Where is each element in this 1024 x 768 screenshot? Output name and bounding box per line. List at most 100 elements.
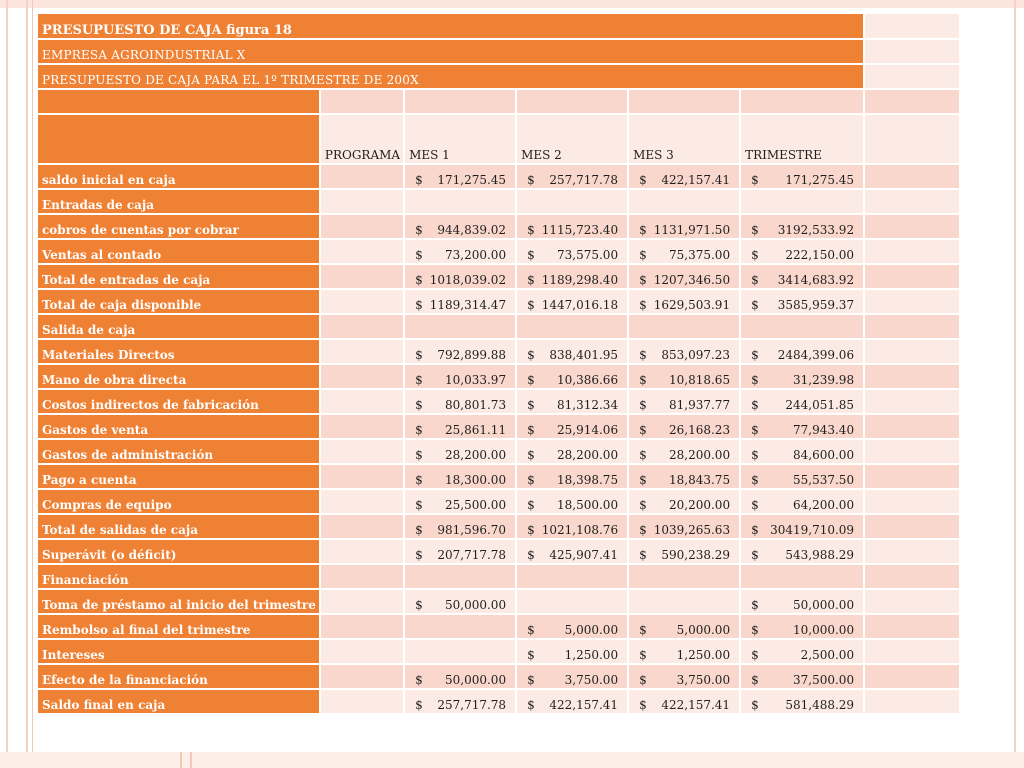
table-row: Rembolso al final del trimestre $5,000.00… [38,615,960,638]
table-row: Pago a cuenta $18,300.00 $18,398.75 $18,843… [38,465,960,488]
empty-cell [320,215,404,238]
currency-symbol: $ [527,373,535,387]
amount-value: 244,051.85 [785,398,855,412]
amount-cell: $84,600.00 [741,440,864,463]
amount-cell: $853,097.23 [629,340,740,363]
empty-cell [741,90,864,113]
amount-value: 944,839.02 [437,223,507,237]
empty-cell [865,440,960,463]
amount-value: 37,500.00 [793,673,855,687]
currency-symbol: $ [527,473,535,487]
amount-value: 1189,298.40 [541,273,619,287]
currency-symbol: $ [639,648,647,662]
table-row: Total de caja disponible $1189,314.47 $144… [38,290,960,313]
amount-cell: $73,200.00 [405,240,516,263]
currency-symbol: $ [639,273,647,287]
empty-label-cell [38,115,319,163]
amount-value: 853,097.23 [661,348,731,362]
empty-cell [517,590,628,613]
currency-symbol: $ [527,548,535,562]
currency-symbol: $ [639,698,647,712]
amount-value: 5,000.00 [676,623,731,637]
currency-symbol: $ [527,398,535,412]
currency-symbol: $ [639,473,647,487]
decorative-bottom-tick [190,752,192,768]
amount-value: 18,500.00 [557,498,619,512]
currency-symbol: $ [639,448,647,462]
empty-cell [320,240,404,263]
column-header-mes-2: MES 2 [517,115,628,163]
amount-value: 981,596.70 [437,523,507,537]
amount-value: 257,717.78 [549,173,619,187]
amount-value: 1189,314.47 [429,298,507,312]
amount-value: 73,200.00 [445,248,507,262]
amount-cell: $55,537.50 [741,465,864,488]
currency-symbol: $ [527,448,535,462]
currency-symbol: $ [527,273,535,287]
currency-symbol: $ [415,223,423,237]
row-label: Mano de obra directa [38,365,319,388]
table-row: Mano de obra directa $10,033.97 $10,386.66… [38,365,960,388]
amount-cell: $2,500.00 [741,640,864,663]
amount-value: 80,801.73 [445,398,507,412]
decorative-left-line [26,0,28,768]
amount-cell: $50,000.00 [741,590,864,613]
amount-cell: $207,717.78 [405,540,516,563]
amount-cell: $28,200.00 [517,440,628,463]
amount-cell: $1039,265.63 [629,515,740,538]
amount-value: 1,250.00 [676,648,731,662]
amount-value: 222,150.00 [785,248,855,262]
currency-symbol: $ [751,548,759,562]
table-row: Compras de equipo $25,500.00 $18,500.00 $20… [38,490,960,513]
amount-value: 50,000.00 [445,598,507,612]
decorative-top-band [0,0,1024,8]
empty-cell [865,115,960,163]
currency-symbol: $ [527,248,535,262]
amount-value: 10,000.00 [793,623,855,637]
currency-symbol: $ [639,523,647,537]
amount-value: 1018,039.02 [429,273,507,287]
amount-cell: $1,250.00 [629,640,740,663]
empty-cell [629,590,740,613]
table-row: cobros de cuentas por cobrar $944,839.02 $… [38,215,960,238]
company-name: EMPRESA AGROINDUSTRIAL X [38,40,864,63]
empty-cell [865,215,960,238]
amount-value: 1131,971.50 [653,223,731,237]
currency-symbol: $ [751,248,759,262]
empty-cell [865,240,960,263]
currency-symbol: $ [639,623,647,637]
empty-cell [320,90,404,113]
empty-cell [629,565,740,588]
table-row: Entradas de caja [38,190,960,213]
currency-symbol: $ [639,373,647,387]
empty-cell [865,665,960,688]
currency-symbol: $ [527,698,535,712]
amount-value: 26,168.23 [669,423,731,437]
currency-symbol: $ [639,173,647,187]
table-row: saldo inicial en caja $171,275.45 $257,717… [38,165,960,188]
amount-value: 18,843.75 [669,473,731,487]
amount-value: 1,250.00 [564,648,619,662]
amount-cell: $28,200.00 [405,440,516,463]
currency-symbol: $ [751,398,759,412]
amount-cell: $1021,108.76 [517,515,628,538]
empty-cell [865,190,960,213]
amount-value: 25,500.00 [445,498,507,512]
decorative-bottom-tick [180,752,182,768]
amount-value: 75,375.00 [669,248,731,262]
currency-symbol: $ [639,498,647,512]
amount-cell: $1018,039.02 [405,265,516,288]
empty-cell [320,265,404,288]
amount-cell: $257,717.78 [405,690,516,713]
table-row: Efecto de la financiación $50,000.00 $3,75… [38,665,960,688]
empty-cell [405,615,516,638]
amount-cell: $3192,533.92 [741,215,864,238]
amount-cell: $981,596.70 [405,515,516,538]
currency-symbol: $ [527,623,535,637]
empty-cell [865,315,960,338]
empty-cell [405,315,516,338]
amount-cell: $581,488.29 [741,690,864,713]
amount-value: 25,914.06 [557,423,619,437]
currency-symbol: $ [415,473,423,487]
currency-symbol: $ [415,448,423,462]
